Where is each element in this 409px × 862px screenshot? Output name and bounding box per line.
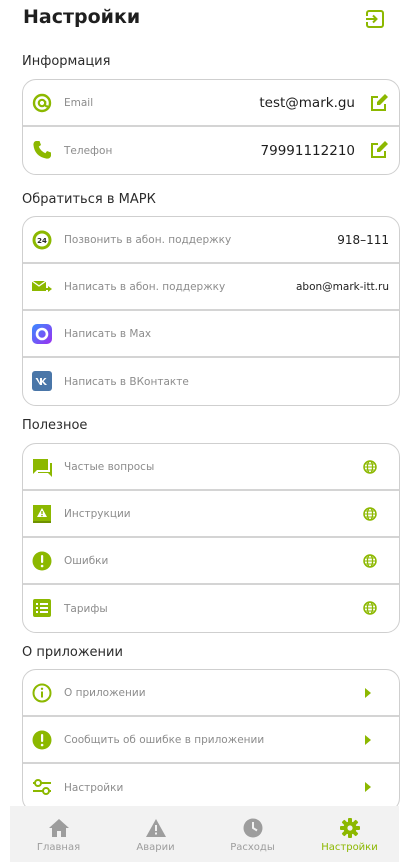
phone-icon: [31, 139, 53, 161]
at-icon: [31, 92, 53, 114]
chevron-right-icon: [365, 735, 371, 745]
list-icon: [31, 597, 53, 619]
email-row[interactable]: Email test@mark.gu: [23, 80, 399, 127]
globe-icon: [363, 601, 377, 615]
chat-icon: [31, 456, 53, 478]
gear-icon: [339, 818, 360, 838]
chevron-right-icon: [365, 782, 371, 792]
info-card: Email test@mark.gu Телефон 79991112210: [22, 79, 400, 175]
globe-icon: [363, 554, 377, 568]
tab-settings-label: Настройки: [321, 842, 378, 853]
write-support-row[interactable]: Написать в абон. поддержку abon@mark-itt…: [23, 264, 399, 311]
mail-send-icon: [31, 276, 53, 298]
section-title-info: Информация: [22, 54, 111, 69]
app-settings-label: Настройки: [64, 781, 124, 794]
tab-bar: Главная Аварии Расходы Настройки: [10, 806, 399, 862]
manual-warning-icon: [31, 503, 53, 525]
instructions-label: Инструкции: [64, 507, 131, 520]
about-app-label: О приложении: [64, 686, 146, 699]
phone-row[interactable]: Телефон 79991112210: [23, 127, 399, 174]
errors-row[interactable]: Ошибки: [23, 538, 399, 585]
email-value: test@mark.gu: [259, 94, 355, 111]
section-title-contact: Обратиться в МАРК: [22, 192, 156, 207]
tab-incidents[interactable]: Аварии: [107, 806, 204, 862]
faq-row[interactable]: Частые вопросы: [23, 444, 399, 491]
vk-logo-icon: [31, 370, 53, 392]
contact-card: 24 Позвонить в абон. поддержку 918–111 Н…: [22, 216, 400, 406]
tab-settings[interactable]: Настройки: [301, 806, 398, 862]
logout-icon[interactable]: [364, 8, 386, 30]
max-label: Написать в Max: [64, 327, 152, 340]
write-support-label: Написать в абон. поддержку: [64, 280, 226, 293]
phone-value: 79991112210: [260, 142, 355, 159]
section-title-about: О приложении: [22, 645, 123, 660]
errors-label: Ошибки: [64, 554, 109, 567]
max-logo-icon: [31, 323, 53, 345]
tariffs-label: Тарифы: [64, 602, 108, 615]
instructions-row[interactable]: Инструкции: [23, 491, 399, 538]
useful-card: Частые вопросы Инструкции Ошибки Тарифы: [22, 443, 400, 633]
sliders-icon: [31, 776, 53, 798]
chevron-right-icon: [365, 688, 371, 698]
info-icon: [31, 682, 53, 704]
write-support-value: abon@mark-itt.ru: [296, 280, 389, 293]
page-title: Настройки: [23, 6, 141, 28]
max-row[interactable]: Написать в Max: [23, 311, 399, 358]
faq-label: Частые вопросы: [64, 460, 155, 473]
phone-label: Телефон: [64, 144, 113, 157]
section-title-useful: Полезное: [22, 418, 88, 433]
edit-email-icon[interactable]: [369, 93, 389, 113]
tab-home-label: Главная: [36, 842, 81, 853]
report-bug-row[interactable]: Сообщить об ошибке в приложении: [23, 717, 399, 764]
tab-home[interactable]: Главная: [10, 806, 107, 862]
email-label: Email: [64, 96, 94, 109]
report-bug-label: Сообщить об ошибке в приложении: [64, 733, 265, 746]
about-app-row[interactable]: О приложении: [23, 670, 399, 717]
clock-icon: [243, 818, 262, 838]
tab-expenses[interactable]: Расходы: [204, 806, 301, 862]
tab-expenses-label: Расходы: [230, 842, 275, 853]
warning-icon: [145, 819, 166, 837]
home-icon: [48, 819, 69, 837]
tab-incidents-label: Аварии: [136, 842, 175, 853]
about-card: О приложении Сообщить об ошибке в прилож…: [22, 669, 400, 812]
edit-phone-icon[interactable]: [369, 140, 389, 160]
globe-icon: [363, 460, 377, 474]
vk-row[interactable]: Написать в ВКонтакте: [23, 358, 399, 405]
alert-circle-icon: [31, 729, 53, 751]
globe-icon: [363, 507, 377, 521]
call-support-value: 918–111: [337, 232, 389, 247]
call-support-label: Позвонить в абон. поддержку: [64, 233, 232, 246]
app-settings-row[interactable]: Настройки: [23, 764, 399, 811]
vk-label: Написать в ВКонтакте: [64, 375, 189, 388]
support-24-icon: 24: [31, 229, 53, 251]
alert-circle-icon: [31, 550, 53, 572]
svg-text:24: 24: [37, 237, 47, 245]
call-support-row[interactable]: 24 Позвонить в абон. поддержку 918–111: [23, 217, 399, 264]
tariffs-row[interactable]: Тарифы: [23, 585, 399, 632]
header: Настройки: [0, 0, 409, 40]
